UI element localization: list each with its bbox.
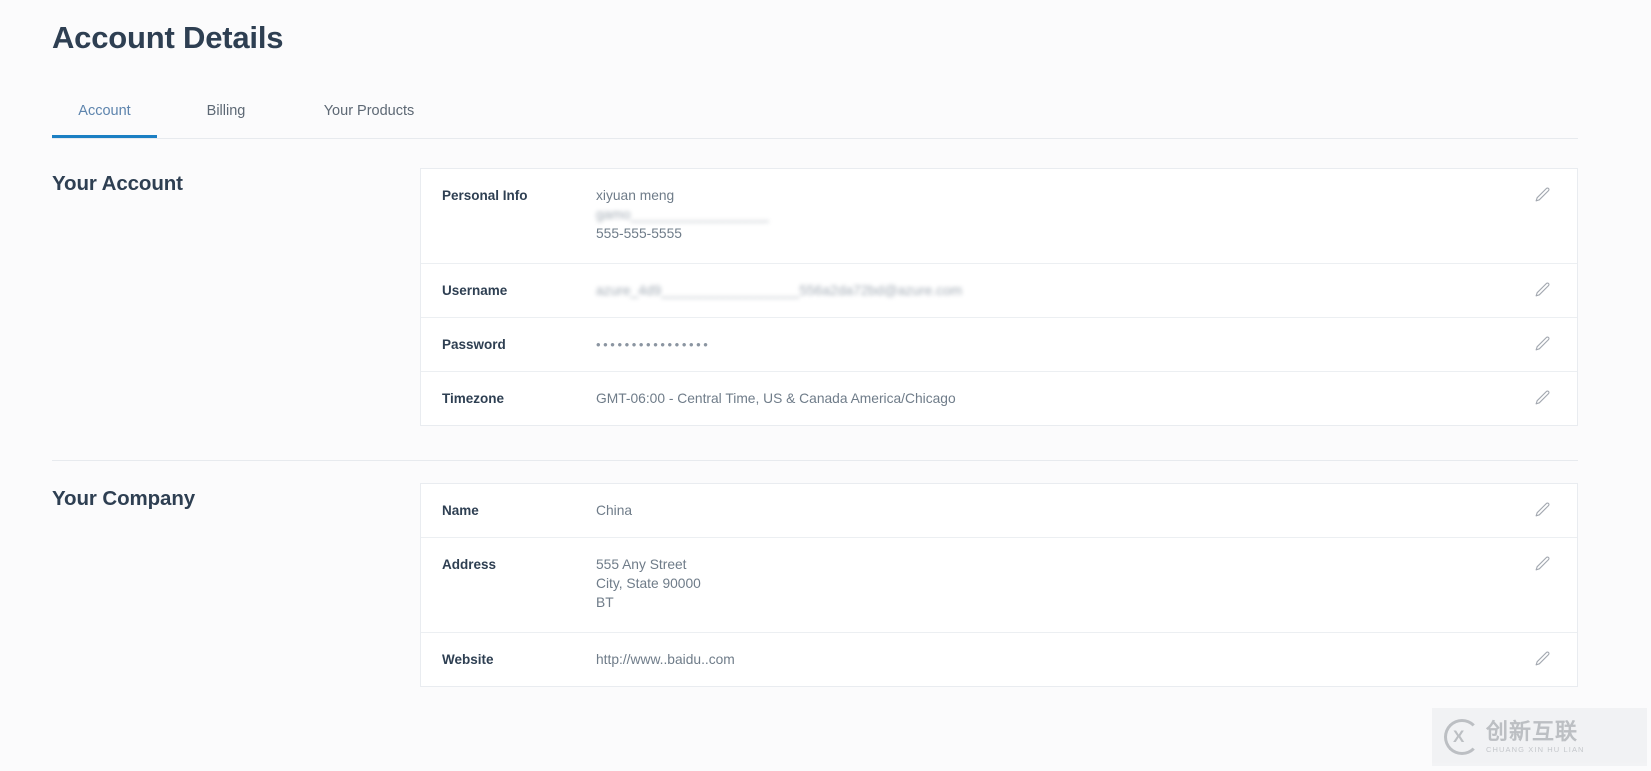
account-details-page: Account Details Account Billing Your Pro… <box>0 0 1651 771</box>
pencil-icon[interactable] <box>1534 501 1551 518</box>
table-row: Username azure_4d9__________________556a… <box>421 263 1577 317</box>
tab-account-label: Account <box>78 103 130 119</box>
row-label-password: Password <box>421 335 596 354</box>
row-value-personal-info: xiyuan meng gamo__________________ 555-5… <box>596 186 1487 243</box>
edit-password-button[interactable] <box>1487 335 1577 352</box>
username-value-redacted: azure_4d9__________________556a2da72bd@a… <box>596 281 1487 300</box>
tab-your-products[interactable]: Your Products <box>289 92 449 138</box>
pencil-icon[interactable] <box>1534 555 1551 572</box>
tab-account[interactable]: Account <box>52 92 157 138</box>
table-row: Personal Info xiyuan meng gamo__________… <box>421 169 1577 263</box>
table-row: Website http://www..baidu..com <box>421 632 1577 686</box>
edit-website-button[interactable] <box>1487 650 1577 667</box>
table-row: Timezone GMT-06:00 - Central Time, US & … <box>421 371 1577 425</box>
edit-timezone-button[interactable] <box>1487 389 1577 406</box>
edit-address-button[interactable] <box>1487 555 1577 572</box>
edit-personal-info-button[interactable] <box>1487 186 1577 203</box>
row-label-address: Address <box>421 555 596 574</box>
your-account-card: Personal Info xiyuan meng gamo__________… <box>420 168 1578 426</box>
row-value-timezone: GMT-06:00 - Central Time, US & Canada Am… <box>596 389 1487 408</box>
address-city-state-zip: City, State 90000 <box>596 574 1487 593</box>
personal-info-phone: 555-555-5555 <box>596 224 1487 243</box>
tab-billing[interactable]: Billing <box>182 92 270 138</box>
row-label-personal-info: Personal Info <box>421 186 596 205</box>
row-value-username: azure_4d9__________________556a2da72bd@a… <box>596 281 1487 300</box>
section-heading-your-account: Your Account <box>52 172 183 196</box>
watermark-chinese: 创新互联 <box>1486 720 1585 744</box>
pencil-icon[interactable] <box>1534 281 1551 298</box>
personal-info-email-redacted: gamo__________________ <box>596 205 1487 224</box>
edit-username-button[interactable] <box>1487 281 1577 298</box>
section-heading-your-company: Your Company <box>52 487 195 511</box>
row-label-company-name: Name <box>421 501 596 520</box>
tab-bar: Account Billing Your Products <box>52 92 1578 139</box>
watermark-pinyin: CHUANG XIN HU LIAN <box>1486 744 1585 755</box>
timezone-value: GMT-06:00 - Central Time, US & Canada Am… <box>596 389 1487 408</box>
table-row: Name China <box>421 484 1577 537</box>
table-row: Address 555 Any Street City, State 90000… <box>421 537 1577 632</box>
section-divider <box>52 460 1578 461</box>
pencil-icon[interactable] <box>1534 335 1551 352</box>
row-label-website: Website <box>421 650 596 669</box>
row-label-timezone: Timezone <box>421 389 596 408</box>
row-value-address: 555 Any Street City, State 90000 BT <box>596 555 1487 612</box>
row-value-website: http://www..baidu..com <box>596 650 1487 669</box>
tab-your-products-label: Your Products <box>324 103 415 119</box>
address-country: BT <box>596 593 1487 612</box>
watermark-text: 创新互联 CHUANG XIN HU LIAN <box>1486 720 1585 755</box>
row-label-username: Username <box>421 281 596 300</box>
page-title: Account Details <box>52 17 283 59</box>
pencil-icon[interactable] <box>1534 389 1551 406</box>
edit-company-name-button[interactable] <box>1487 501 1577 518</box>
row-value-company-name: China <box>596 501 1487 520</box>
watermark-logo-icon: X <box>1442 717 1482 757</box>
password-masked-value: •••••••••••••••• <box>596 335 1487 354</box>
tab-billing-label: Billing <box>207 103 246 119</box>
pencil-icon[interactable] <box>1534 650 1551 667</box>
row-value-password: •••••••••••••••• <box>596 335 1487 354</box>
watermark: X 创新互联 CHUANG XIN HU LIAN <box>1432 708 1647 766</box>
your-company-card: Name China Address 555 Any Street City, … <box>420 483 1578 687</box>
website-value: http://www..baidu..com <box>596 650 1487 669</box>
company-name-value: China <box>596 501 1487 520</box>
watermark-letter: X <box>1453 728 1464 745</box>
pencil-icon[interactable] <box>1534 186 1551 203</box>
personal-info-name: xiyuan meng <box>596 186 1487 205</box>
address-street: 555 Any Street <box>596 555 1487 574</box>
table-row: Password •••••••••••••••• <box>421 317 1577 371</box>
